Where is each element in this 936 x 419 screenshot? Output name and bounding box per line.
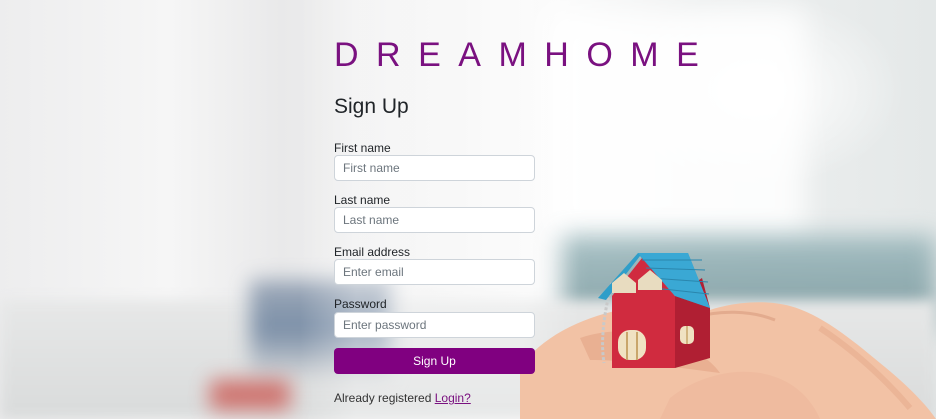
background-red-blur (210, 380, 290, 410)
email-label: Email address (334, 245, 411, 259)
login-link[interactable]: Login? (435, 391, 471, 405)
password-label: Password (334, 297, 387, 311)
brand-logo: DREAMHOME (334, 36, 717, 74)
email-input[interactable] (334, 259, 535, 285)
login-prompt: Already registered Login? (334, 391, 471, 405)
sign-up-button[interactable]: Sign Up (334, 348, 535, 374)
first-name-input[interactable] (334, 155, 535, 181)
hand-holding-house-illustration (520, 253, 936, 419)
last-name-label: Last name (334, 193, 391, 207)
page-title: Sign Up (334, 95, 409, 118)
last-name-input[interactable] (334, 207, 535, 233)
password-input[interactable] (334, 312, 535, 338)
first-name-label: First name (334, 141, 391, 155)
login-prompt-text: Already registered (334, 391, 435, 405)
